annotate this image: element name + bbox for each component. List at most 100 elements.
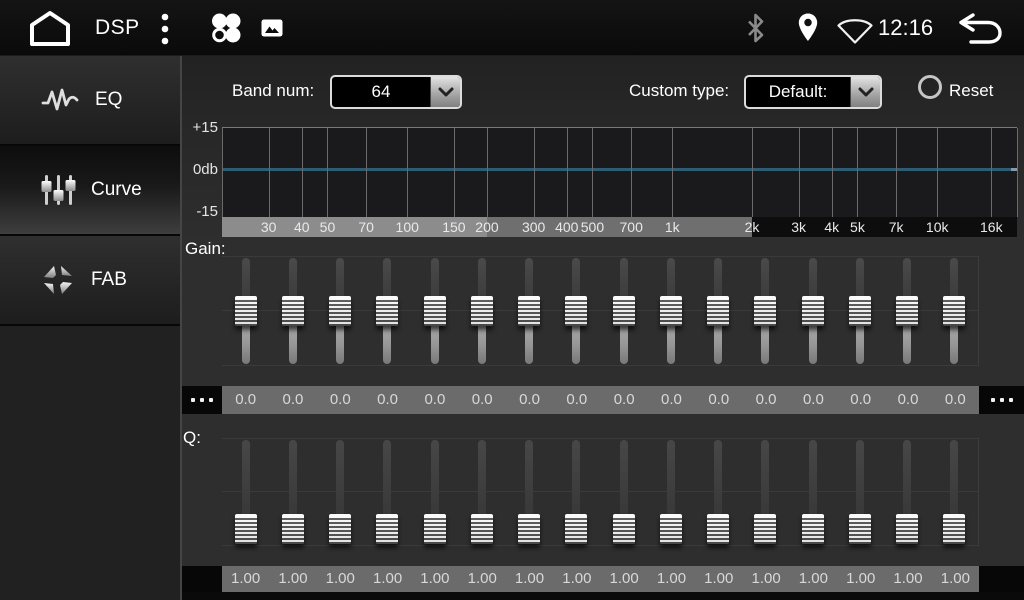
apps-clover-icon[interactable] <box>209 12 243 44</box>
band-num-dropdown-button[interactable] <box>430 77 460 107</box>
slider-thumb[interactable] <box>660 296 682 326</box>
q-band-slider[interactable] <box>411 438 458 546</box>
slider-thumb[interactable] <box>896 296 918 326</box>
gain-band-value: 0.0 <box>411 386 458 414</box>
sidebar-item-curve[interactable]: Curve <box>0 146 180 236</box>
home-icon[interactable] <box>28 9 72 47</box>
slider-thumb[interactable] <box>849 514 871 544</box>
gain-band-value: 0.0 <box>269 386 316 414</box>
gain-band-slider[interactable] <box>506 256 553 366</box>
gain-band-slider[interactable] <box>600 256 647 366</box>
gain-prev-bands-button[interactable] <box>182 386 222 414</box>
q-band-slider[interactable] <box>269 438 316 546</box>
gain-band-value: 0.0 <box>742 386 789 414</box>
slider-thumb[interactable] <box>329 514 351 544</box>
slider-thumb[interactable] <box>235 514 257 544</box>
q-band-value: 1.00 <box>742 566 789 592</box>
slider-thumb[interactable] <box>518 296 540 326</box>
slider-thumb[interactable] <box>282 296 304 326</box>
gridline <box>752 128 753 217</box>
gain-band-slider[interactable] <box>269 256 316 366</box>
q-band-slider[interactable] <box>884 438 931 546</box>
q-band-slider[interactable] <box>647 438 694 546</box>
q-values-left-spacer <box>182 566 222 592</box>
gain-band-slider[interactable] <box>458 256 505 366</box>
gain-band-slider[interactable] <box>884 256 931 366</box>
slider-thumb[interactable] <box>660 514 682 544</box>
gain-band-slider[interactable] <box>647 256 694 366</box>
chevron-down-icon <box>858 87 874 97</box>
band-num-dropdown[interactable]: 64 <box>330 75 462 109</box>
q-band-slider[interactable] <box>364 438 411 546</box>
gain-band-value: 0.0 <box>506 386 553 414</box>
slider-thumb[interactable] <box>424 514 446 544</box>
q-band-slider[interactable] <box>695 438 742 546</box>
q-band-slider[interactable] <box>742 438 789 546</box>
gain-band-slider[interactable] <box>317 256 364 366</box>
eq-plot[interactable] <box>222 127 1017 217</box>
custom-type-dropdown-button[interactable] <box>850 77 880 107</box>
slider-thumb[interactable] <box>754 296 776 326</box>
gain-band-slider[interactable] <box>695 256 742 366</box>
q-band-slider[interactable] <box>458 438 505 546</box>
slider-thumb[interactable] <box>282 514 304 544</box>
slider-thumb[interactable] <box>376 514 398 544</box>
slider-thumb[interactable] <box>565 514 587 544</box>
gain-band-slider[interactable] <box>789 256 836 366</box>
sidebar-item-fab[interactable]: FAB <box>0 236 180 326</box>
slider-thumb[interactable] <box>707 296 729 326</box>
slider-thumb[interactable] <box>802 296 824 326</box>
q-band-value: 1.00 <box>364 566 411 592</box>
freq-tick-label: 2k <box>745 217 760 237</box>
gain-band-slider[interactable] <box>836 256 883 366</box>
slider-thumb[interactable] <box>802 514 824 544</box>
q-band-slider[interactable] <box>789 438 836 546</box>
slider-thumb[interactable] <box>849 296 871 326</box>
q-band-slider[interactable] <box>506 438 553 546</box>
slider-thumb[interactable] <box>518 514 540 544</box>
gain-band-slider[interactable] <box>364 256 411 366</box>
gain-band-slider[interactable] <box>411 256 458 366</box>
q-band-slider[interactable] <box>931 438 978 546</box>
gain-band-slider[interactable] <box>222 256 269 366</box>
q-band-value: 1.00 <box>837 566 884 592</box>
gridline <box>857 128 858 217</box>
gain-band-value: 0.0 <box>884 386 931 414</box>
slider-thumb[interactable] <box>613 296 635 326</box>
reset-radio-button[interactable] <box>918 75 942 99</box>
q-band-slider[interactable] <box>553 438 600 546</box>
gain-band-slider[interactable] <box>742 256 789 366</box>
slider-thumb[interactable] <box>376 296 398 326</box>
slider-thumb[interactable] <box>471 296 493 326</box>
slider-thumb[interactable] <box>707 514 729 544</box>
q-band-slider[interactable] <box>317 438 364 546</box>
gridline <box>327 128 328 217</box>
freq-tick-label: 1k <box>665 217 680 237</box>
gain-band-slider[interactable] <box>931 256 978 366</box>
slider-thumb[interactable] <box>896 514 918 544</box>
slider-thumb[interactable] <box>613 514 635 544</box>
slider-thumb[interactable] <box>943 296 965 326</box>
back-return-icon[interactable] <box>956 12 1004 45</box>
gallery-icon[interactable] <box>261 19 283 37</box>
custom-type-dropdown[interactable]: Default: <box>744 75 882 109</box>
gridline <box>592 128 593 217</box>
slider-thumb[interactable] <box>754 514 776 544</box>
gridline <box>454 128 455 217</box>
slider-thumb[interactable] <box>471 514 493 544</box>
custom-type-label: Custom type: <box>629 81 729 101</box>
slider-thumb[interactable] <box>329 296 351 326</box>
slider-thumb[interactable] <box>235 296 257 326</box>
slider-thumb[interactable] <box>565 296 587 326</box>
sidebar-item-eq[interactable]: EQ <box>0 56 180 146</box>
menu-dots-icon[interactable] <box>160 12 170 46</box>
q-band-slider[interactable] <box>836 438 883 546</box>
gridline <box>366 128 367 217</box>
slider-thumb[interactable] <box>943 514 965 544</box>
gain-next-bands-button[interactable] <box>979 386 1024 414</box>
gridline <box>407 128 408 217</box>
slider-thumb[interactable] <box>424 296 446 326</box>
gain-band-slider[interactable] <box>553 256 600 366</box>
q-band-slider[interactable] <box>222 438 269 546</box>
q-band-slider[interactable] <box>600 438 647 546</box>
